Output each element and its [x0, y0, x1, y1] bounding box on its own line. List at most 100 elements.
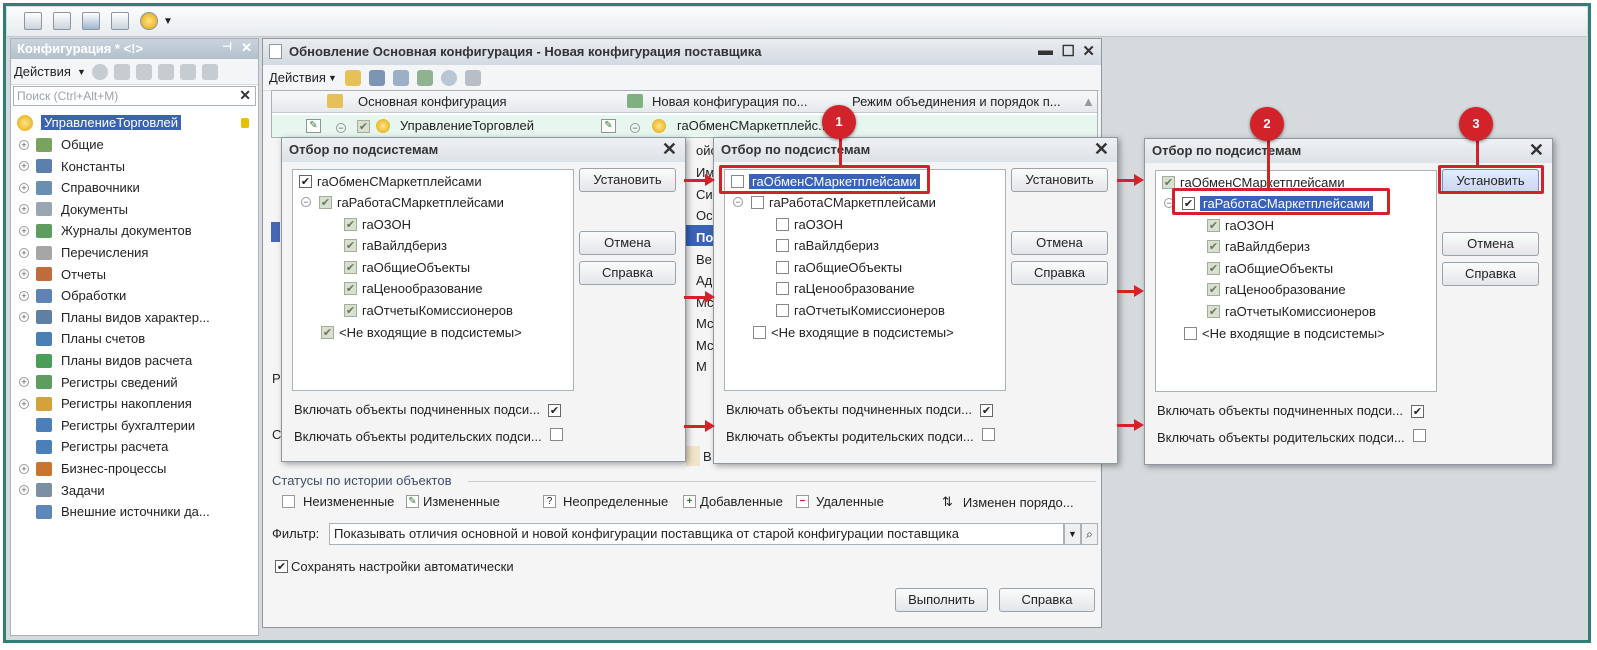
- window-icon[interactable]: [24, 12, 42, 30]
- subsystem-root[interactable]: ✔ гаОбменСМаркетплейсами: [299, 171, 482, 191]
- checkbox[interactable]: ✔: [1207, 283, 1220, 296]
- subsystem-not-included[interactable]: <Не входящие в подсистемы>: [753, 322, 954, 342]
- subsystem-child[interactable]: − гаРаботаСМаркетплейсами: [733, 192, 936, 212]
- chevron-down-icon[interactable]: ▼: [328, 73, 337, 83]
- chevron-down-icon[interactable]: ▼: [163, 16, 173, 27]
- collapse-icon[interactable]: −: [336, 119, 354, 134]
- search-input[interactable]: Поиск (Ctrl+Alt+M) ✕: [13, 86, 256, 106]
- clear-search-icon[interactable]: ✕: [239, 87, 251, 104]
- chevron-down-icon[interactable]: ▼: [77, 67, 86, 77]
- column-new-config[interactable]: Новая конфигурация по...: [652, 94, 807, 109]
- checkbox[interactable]: [1184, 326, 1197, 340]
- close-icon[interactable]: ✕: [1529, 140, 1544, 161]
- maximize-icon[interactable]: ☐: [1062, 42, 1075, 60]
- include-subordinate-option[interactable]: Включать объекты подчиненных подси... ✔: [726, 399, 998, 419]
- tree-item[interactable]: + Журналы документов: [11, 220, 192, 241]
- tree-item[interactable]: + Регистры накопления: [11, 393, 192, 414]
- checkbox[interactable]: ✔: [344, 303, 357, 317]
- edit-icon[interactable]: [113, 63, 130, 80]
- checkbox[interactable]: [981, 428, 995, 441]
- checkbox[interactable]: ✔: [1207, 218, 1220, 232]
- arrow-up-icon[interactable]: [179, 63, 196, 80]
- subsystem-not-included[interactable]: ✔ <Не входящие в подсистемы>: [321, 322, 522, 342]
- tree-item[interactable]: + Регистры сведений: [11, 372, 178, 393]
- close-icon[interactable]: ✕: [241, 40, 252, 56]
- checkbox[interactable]: ✔: [344, 217, 357, 231]
- set-button[interactable]: Установить: [1011, 168, 1108, 192]
- checkbox[interactable]: ✔: [1207, 240, 1220, 253]
- status-unchanged[interactable]: Неизмененные: [282, 494, 394, 509]
- include-subordinate-option[interactable]: Включать объекты подчиненных подси... ✔: [1157, 400, 1429, 420]
- subsystem-leaf[interactable]: ✔ гаОЗОН: [344, 214, 411, 234]
- filter-field[interactable]: Показывать отличия основной и новой конф…: [329, 523, 1064, 545]
- expand-icon[interactable]: +: [19, 485, 29, 496]
- checkbox[interactable]: ✔: [1410, 404, 1424, 418]
- subsystem-leaf[interactable]: гаЦенообразование: [776, 279, 915, 299]
- collapse-icon[interactable]: −: [301, 197, 311, 207]
- expand-icon[interactable]: +: [19, 290, 29, 301]
- expand-icon[interactable]: +: [19, 225, 29, 236]
- subsystem-leaf[interactable]: ✔ гаВайлдбериз: [1207, 237, 1310, 257]
- checkbox[interactable]: ✔: [299, 174, 312, 188]
- save-icon[interactable]: [368, 69, 385, 86]
- tree-item[interactable]: + Бизнес-процессы: [11, 458, 166, 479]
- status-changed[interactable]: ✎ Измененные: [406, 494, 500, 509]
- delete-icon[interactable]: [157, 63, 174, 80]
- status-order-changed[interactable]: ⇅ Изменен порядо...: [942, 494, 1074, 510]
- tree-item[interactable]: + Общие: [11, 134, 104, 155]
- checkbox[interactable]: [753, 325, 766, 339]
- checkbox[interactable]: ✔: [344, 282, 357, 295]
- subsystem-leaf[interactable]: ✔ гаОбщиеОбъекты: [1207, 258, 1333, 278]
- tree-item[interactable]: + Задачи: [11, 480, 105, 501]
- tree-item[interactable]: Регистры расчета: [11, 436, 168, 457]
- pin-icon[interactable]: ⊣: [222, 40, 232, 53]
- close-icon[interactable]: ✕: [1082, 42, 1095, 60]
- tree-item[interactable]: Регистры бухгалтерии: [11, 415, 195, 436]
- wrench-icon[interactable]: [464, 69, 481, 86]
- help-button[interactable]: Справка: [1442, 262, 1539, 286]
- tree-item[interactable]: + Обработки: [11, 285, 126, 306]
- help-button[interactable]: Справка: [1011, 261, 1108, 285]
- row-main-checkbox[interactable]: ✔: [357, 120, 370, 133]
- checkbox[interactable]: ✔: [979, 403, 993, 417]
- expand-icon[interactable]: +: [19, 182, 29, 193]
- edit-icon[interactable]: ✎: [601, 119, 616, 133]
- expand-icon[interactable]: +: [19, 139, 29, 150]
- checkbox[interactable]: ✔: [344, 239, 357, 252]
- minimize-icon[interactable]: ▬: [1038, 42, 1053, 59]
- expand-icon[interactable]: +: [19, 463, 29, 474]
- search-icon[interactable]: ⌕: [1081, 523, 1098, 545]
- arrow-down-icon[interactable]: [201, 63, 218, 80]
- checkbox[interactable]: [549, 428, 563, 441]
- tree-item[interactable]: + Документы: [11, 199, 128, 220]
- run-icon[interactable]: [140, 12, 158, 30]
- close-icon[interactable]: ✕: [662, 139, 677, 160]
- help-button[interactable]: Справка: [999, 588, 1095, 612]
- tree-item[interactable]: + Константы: [11, 156, 125, 177]
- column-main-config[interactable]: Основная конфигурация: [358, 94, 507, 109]
- refresh-icon[interactable]: [440, 69, 457, 86]
- subsystem-leaf[interactable]: гаОЗОН: [776, 214, 843, 234]
- expand-icon[interactable]: +: [19, 377, 29, 388]
- cancel-button[interactable]: Отмена: [579, 231, 676, 255]
- column-merge-mode[interactable]: Режим объединения и порядок п...: [852, 94, 1061, 109]
- cancel-button[interactable]: Отмена: [1011, 231, 1108, 255]
- tree-item[interactable]: + Планы видов характер...: [11, 307, 210, 328]
- include-parent-option[interactable]: Включать объекты родительских подси...: [1157, 427, 1431, 447]
- checkbox[interactable]: [776, 282, 789, 295]
- subsystem-leaf[interactable]: ✔ гаОтчетыКомиссионеров: [344, 300, 513, 320]
- table-row[interactable]: ✎ − ✔ УправлениеТорговлей ✎ − гаОбменСМа…: [272, 115, 1097, 137]
- subsystem-leaf[interactable]: ✔ гаОбщиеОбъекты: [344, 257, 470, 277]
- expand-icon[interactable]: +: [19, 161, 29, 172]
- panel-icon[interactable]: [111, 12, 129, 30]
- checkbox[interactable]: [776, 239, 789, 252]
- status-deleted[interactable]: − Удаленные: [796, 494, 884, 509]
- subsystem-leaf[interactable]: гаВайлдбериз: [776, 236, 879, 256]
- settings-tree-icon[interactable]: [416, 69, 433, 86]
- checkbox[interactable]: ✔: [1207, 261, 1220, 275]
- set-button[interactable]: Установить: [579, 168, 676, 192]
- edit-icon[interactable]: ✎: [306, 119, 321, 133]
- open-folder-icon[interactable]: [344, 69, 361, 86]
- checkbox[interactable]: ✔: [275, 559, 288, 573]
- checkbox[interactable]: ✔: [344, 260, 357, 274]
